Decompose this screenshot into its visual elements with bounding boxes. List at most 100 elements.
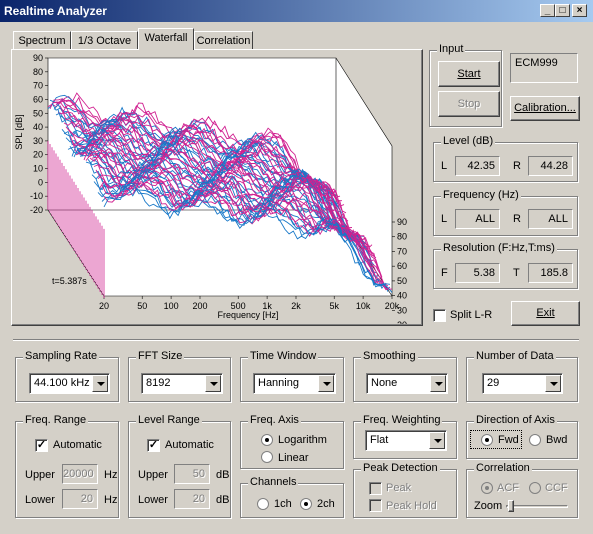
level-range-lower-unit: dB bbox=[216, 494, 230, 506]
chevron-down-icon[interactable] bbox=[545, 375, 561, 392]
resolution-t-label: T bbox=[513, 267, 520, 279]
waterfall-chart: 9080706050403020100-10-20SPL [dB]9080706… bbox=[14, 52, 420, 324]
level-l-label: L bbox=[441, 160, 448, 172]
x-tick-label: 100 bbox=[164, 301, 179, 311]
smoothing-label: Smoothing bbox=[361, 350, 418, 362]
peak-detection-label: Peak Detection bbox=[361, 462, 440, 474]
split-lr-checkbox[interactable] bbox=[433, 309, 446, 322]
frequency-r-value: ALL bbox=[528, 209, 573, 229]
x-axis-label: Frequency [Hz] bbox=[217, 310, 278, 320]
fft-size-select[interactable]: 8192 bbox=[141, 373, 223, 394]
y-tick-label-left: 80 bbox=[33, 67, 43, 77]
direction-bwd-label: Bwd bbox=[546, 434, 568, 446]
y-tick-label-left: 90 bbox=[33, 53, 43, 63]
device-name: ECM999 bbox=[515, 57, 558, 69]
freq-range-lower-unit: Hz bbox=[104, 494, 118, 506]
minimize-button[interactable]: _ bbox=[540, 4, 555, 17]
frequency-group-label: Frequency (Hz) bbox=[441, 189, 521, 201]
start-button[interactable]: Start bbox=[438, 61, 500, 87]
correlation-acf-radio[interactable] bbox=[481, 482, 493, 494]
level-range-upper-input[interactable]: 50 bbox=[174, 464, 210, 484]
x-tick-label: 50 bbox=[137, 301, 147, 311]
level-range-label: Level Range bbox=[136, 414, 202, 426]
y-tick-label-right: 40 bbox=[397, 291, 407, 301]
y-tick-label-right: 20 bbox=[397, 320, 407, 324]
correlation-label: Correlation bbox=[474, 462, 532, 474]
y-tick-label-left: 40 bbox=[33, 122, 43, 132]
window-title: Realtime Analyzer bbox=[4, 4, 107, 18]
channels-1ch-radio[interactable] bbox=[257, 498, 269, 510]
level-r-value: 44.28 bbox=[528, 156, 573, 176]
direction-label: Direction of Axis bbox=[474, 414, 557, 426]
direction-bwd-radio[interactable] bbox=[529, 434, 541, 446]
resolution-t-value: 185.8 bbox=[528, 263, 573, 283]
frequency-r-label: R bbox=[513, 213, 521, 225]
freq-range-upper-label: Upper bbox=[25, 469, 55, 481]
channels-1ch-label: 1ch bbox=[274, 498, 292, 510]
time-window-label: Time Window bbox=[248, 350, 319, 362]
sampling-rate-value: 44.100 kHz bbox=[34, 377, 90, 389]
freq-range-automatic-label: Automatic bbox=[53, 439, 102, 451]
freq-weighting-select[interactable]: Flat bbox=[365, 430, 447, 451]
number-of-data-select[interactable]: 29 bbox=[482, 373, 563, 394]
y-tick-label-right: 90 bbox=[397, 217, 407, 227]
freq-range-lower-input[interactable]: 20 bbox=[62, 489, 98, 509]
freq-range-upper-input[interactable]: 20000 bbox=[62, 464, 98, 484]
freq-axis-logarithm-radio[interactable] bbox=[261, 434, 273, 446]
tab-correlation[interactable]: Correlation bbox=[194, 31, 253, 50]
peak-hold-label: Peak Hold bbox=[386, 500, 437, 512]
level-group-label: Level (dB) bbox=[441, 135, 496, 147]
stop-button[interactable]: Stop bbox=[438, 91, 500, 117]
chevron-down-icon[interactable] bbox=[318, 375, 334, 392]
resolution-f-value: 5.38 bbox=[455, 263, 500, 283]
level-range-automatic-checkbox[interactable]: ✓ bbox=[147, 439, 160, 452]
x-tick-label: 5k bbox=[329, 301, 339, 311]
smoothing-value: None bbox=[371, 377, 398, 389]
y-tick-label-left: 30 bbox=[33, 136, 43, 146]
level-r-label: R bbox=[513, 160, 521, 172]
x-tick-label: 200 bbox=[192, 301, 207, 311]
tab-one-third-octave[interactable]: 1/3 Octave bbox=[71, 31, 138, 50]
freq-axis-label: Freq. Axis bbox=[248, 414, 301, 426]
title-bar: Realtime Analyzer _ □ × bbox=[0, 0, 593, 22]
chevron-down-icon[interactable] bbox=[430, 375, 446, 392]
x-tick-label: 20k bbox=[385, 301, 400, 311]
chevron-down-icon[interactable] bbox=[205, 375, 221, 392]
peak-checkbox[interactable] bbox=[369, 482, 382, 495]
zoom-slider-handle[interactable] bbox=[508, 500, 514, 512]
zoom-slider-track[interactable] bbox=[506, 505, 568, 508]
freq-axis-logarithm-label: Logarithm bbox=[278, 434, 327, 446]
time-label: t=5.387s bbox=[52, 276, 87, 286]
channels-label: Channels bbox=[248, 476, 299, 488]
direction-fwd-radio[interactable] bbox=[481, 434, 493, 446]
freq-range-automatic-checkbox[interactable]: ✓ bbox=[35, 439, 48, 452]
smoothing-select[interactable]: None bbox=[366, 373, 448, 394]
x-tick-label: 10k bbox=[356, 301, 371, 311]
level-range-lower-input[interactable]: 20 bbox=[174, 489, 210, 509]
exit-button-label: Exit bbox=[536, 307, 555, 319]
chevron-down-icon[interactable] bbox=[92, 375, 108, 392]
peak-hold-checkbox[interactable] bbox=[369, 499, 382, 512]
y-tick-label-left: 70 bbox=[33, 81, 43, 91]
freq-range-lower-label: Lower bbox=[25, 494, 55, 506]
freq-axis-linear-radio[interactable] bbox=[261, 451, 273, 463]
tab-waterfall[interactable]: Waterfall bbox=[138, 28, 194, 50]
maximize-button[interactable]: □ bbox=[555, 4, 570, 17]
frequency-l-label: L bbox=[441, 213, 448, 225]
channels-2ch-radio[interactable] bbox=[300, 498, 312, 510]
calibration-button[interactable]: Calibration... bbox=[510, 96, 580, 121]
correlation-ccf-radio[interactable] bbox=[529, 482, 541, 494]
correlation-acf-label: ACF bbox=[497, 482, 519, 494]
freq-weighting-label: Freq. Weighting bbox=[361, 414, 443, 426]
resolution-f-label: F bbox=[441, 267, 448, 279]
close-button[interactable]: × bbox=[572, 4, 587, 17]
level-range-upper-unit: dB bbox=[216, 469, 230, 481]
tab-spectrum[interactable]: Spectrum bbox=[13, 31, 71, 50]
y-tick-label-left: 60 bbox=[33, 94, 43, 104]
exit-button[interactable]: Exit bbox=[511, 301, 580, 326]
sampling-rate-select[interactable]: 44.100 kHz bbox=[29, 373, 110, 394]
level-range-automatic-label: Automatic bbox=[165, 439, 214, 451]
number-of-data-value: 29 bbox=[487, 377, 500, 389]
chevron-down-icon[interactable] bbox=[429, 432, 445, 449]
time-window-select[interactable]: Hanning bbox=[253, 373, 336, 394]
